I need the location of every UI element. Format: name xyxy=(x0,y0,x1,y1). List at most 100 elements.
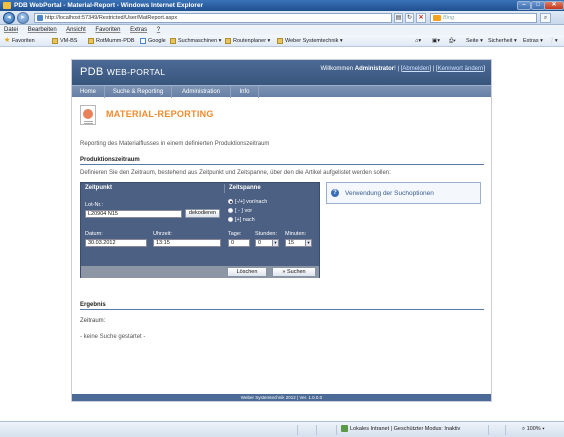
security-zone[interactable]: Lokales Intranet | Geschützter Modus: In… xyxy=(341,422,460,437)
menu-bar: Datei Bearbeiten Ansicht Favoriten Extra… xyxy=(0,25,564,35)
no-search-text: - keine Suche gestartet - xyxy=(80,334,146,340)
hours-select[interactable]: 0 ▼ xyxy=(255,239,279,247)
search-placeholder: Bing xyxy=(443,15,455,21)
minutes-select[interactable]: 15 ▼ xyxy=(285,239,312,247)
nav-administration[interactable]: Administration xyxy=(172,86,231,98)
forward-button[interactable]: ▸ xyxy=(17,12,29,24)
menu-file[interactable]: Datei xyxy=(4,27,18,33)
browser-navbar: ◂ ▸ http://localhost:57349/Restricted/Us… xyxy=(0,11,564,25)
help-link[interactable]: Verwendung der Suchoptionen xyxy=(345,190,434,197)
home-icon[interactable]: ⌂▾ xyxy=(415,35,421,47)
decode-button[interactable]: dekodieren xyxy=(185,209,220,218)
folder-icon xyxy=(52,37,58,44)
fav-rotmumm[interactable]: RotMumm-PDB xyxy=(88,35,135,47)
menu-favorites[interactable]: Favoriten xyxy=(95,27,120,33)
fav-suchmaschinen[interactable]: Suchmaschinen ▾ xyxy=(170,35,221,47)
refresh-icon[interactable]: ↻ xyxy=(405,13,414,23)
radio-icon xyxy=(228,208,233,214)
search-go-icon[interactable]: ⌕ xyxy=(540,13,551,23)
fav-vm-bs[interactable]: VM-BS xyxy=(52,35,77,47)
welcome-area: Willkommen Administrator! | [Abmelden] |… xyxy=(320,66,485,72)
stop-icon[interactable]: ✕ xyxy=(416,13,426,23)
tool-extras[interactable]: Extras ▾ xyxy=(523,35,543,47)
compat-view-icon[interactable]: ▤ xyxy=(394,13,403,23)
zeitpunkt-header: Zeitpunkt xyxy=(85,185,112,191)
menu-help[interactable]: ? xyxy=(157,27,160,33)
favorites-button[interactable]: ★ Favoriten xyxy=(4,35,35,47)
fav-label: Routenplaner xyxy=(233,38,267,44)
nav-search-reporting[interactable]: Suche & Reporting xyxy=(105,86,172,98)
status-bar: Lokales Intranet | Geschützter Modus: In… xyxy=(0,421,564,437)
fav-routenplaner[interactable]: Routenplaner ▾ xyxy=(225,35,270,47)
portal-nav: Home Suche & Reporting Administration In… xyxy=(72,85,491,98)
print-icon[interactable]: ⎙▾ xyxy=(449,35,456,47)
star-icon: ★ xyxy=(4,37,11,44)
zoom-control[interactable]: ⌕ 100% ▾ xyxy=(522,422,545,437)
folder-icon xyxy=(277,37,283,44)
status-divider xyxy=(297,425,298,435)
zoom-level: 100% xyxy=(526,426,541,432)
nav-home[interactable]: Home xyxy=(72,86,105,98)
google-icon xyxy=(140,37,146,44)
radio-vor[interactable]: [ - ] vor xyxy=(228,208,252,214)
address-bar[interactable]: http://localhost:57349/Restricted/User/M… xyxy=(34,13,392,23)
user-name: Administrator xyxy=(354,66,395,72)
nav-info[interactable]: Info xyxy=(231,86,259,98)
time-label: Uhrzeit: xyxy=(153,231,172,237)
menu-tools[interactable]: Extras xyxy=(130,27,147,33)
section-heading-result: Ergebnis xyxy=(80,302,484,310)
logout-link[interactable]: Abmelden xyxy=(402,66,429,72)
search-input[interactable]: Bing xyxy=(430,13,537,23)
window-titlebar: PDB WebPortal - Material-Report - Window… xyxy=(0,0,564,11)
change-password-link[interactable]: Kennwort ändern xyxy=(438,66,484,72)
tool-label: Extras xyxy=(523,38,539,44)
page-description: Reporting des Materialflusses in einem d… xyxy=(80,141,270,147)
fav-google[interactable]: Google xyxy=(140,35,166,47)
help-box[interactable]: ? Verwendung der Suchoptionen xyxy=(326,182,481,204)
radio-nach[interactable]: [+] nach xyxy=(228,217,255,223)
menu-edit[interactable]: Bearbeiten xyxy=(28,27,57,33)
fav-label: Weber Systemtechnik xyxy=(285,38,339,44)
search-button[interactable]: » Suchen xyxy=(272,267,316,277)
maximize-button[interactable]: □ xyxy=(531,1,545,10)
fav-label: VM-BS xyxy=(60,38,78,44)
hours-value: 0 xyxy=(258,240,262,246)
time-input[interactable]: 13:15 xyxy=(153,239,221,247)
close-window-button[interactable]: ✕ xyxy=(544,1,564,10)
fav-weber[interactable]: Weber Systemtechnik ▾ xyxy=(277,35,343,47)
tool-sicherheit[interactable]: Sicherheit ▾ xyxy=(488,35,517,47)
ie-app-icon xyxy=(3,2,11,9)
question-icon: ? xyxy=(331,189,339,197)
radio-label: [-/+] vor/nach xyxy=(235,199,268,205)
page-icon xyxy=(37,15,43,21)
portal-header: PDB Web-Portal Willkommen Administrator!… xyxy=(72,60,491,85)
clear-button[interactable]: Löschen xyxy=(227,267,267,277)
menu-view[interactable]: Ansicht xyxy=(66,27,86,33)
date-input[interactable]: 30.03.2012 xyxy=(85,239,147,247)
status-divider xyxy=(505,425,506,435)
days-input[interactable]: 0 xyxy=(228,239,250,247)
days-label: Tage: xyxy=(228,231,242,237)
fav-label: RotMumm-PDB xyxy=(96,38,135,44)
logo-suffix: Web-Portal xyxy=(106,67,166,77)
tool-seite[interactable]: Seite ▾ xyxy=(466,35,483,47)
window-title: PDB WebPortal - Material-Report - Window… xyxy=(14,2,204,9)
page-title: Material-Reporting xyxy=(106,109,214,119)
folder-icon xyxy=(225,37,231,44)
search-form: Zeitpunkt Zeitspanne Lot-Nr.: L20904 N15… xyxy=(80,182,320,278)
dropdown-arrow-icon: ▼ xyxy=(272,240,278,246)
fav-label: Suchmaschinen xyxy=(178,38,218,44)
radio-vor-nach[interactable]: [-/+] vor/nach xyxy=(228,199,267,205)
intranet-icon xyxy=(341,425,348,433)
back-button[interactable]: ◂ xyxy=(3,12,15,24)
portal-logo: PDB Web-Portal xyxy=(80,66,165,78)
radio-selected-icon xyxy=(228,199,233,205)
tool-label: Seite xyxy=(466,38,479,44)
status-divider xyxy=(336,425,337,435)
feeds-icon[interactable]: ▣▾ xyxy=(432,35,440,47)
minimize-button[interactable]: – xyxy=(517,1,531,10)
radio-label: [ - ] vor xyxy=(235,208,253,214)
lot-input[interactable]: L20904 N15 xyxy=(85,210,182,218)
minutes-label: Minuten: xyxy=(285,231,307,237)
help-icon[interactable]: ❔▾ xyxy=(548,35,558,47)
